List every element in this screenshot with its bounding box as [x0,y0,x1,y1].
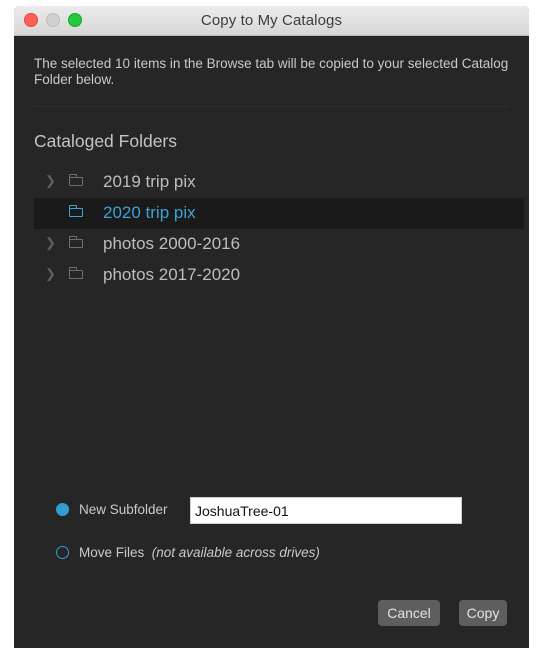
move-files-label: Move Files [79,545,145,560]
section-title: Cataloged Folders [34,131,177,151]
copy-message: The selected 10 items in the Browse tab … [34,56,509,87]
chevron-right-icon[interactable]: ❯ [45,266,56,282]
folder-row-2020-trip-pix[interactable]: 2020 trip pix [34,198,524,229]
cancel-button[interactable]: Cancel [378,600,440,626]
folder-icon [69,267,83,279]
folder-row-photos-2000-2016[interactable]: ❯ photos 2000-2016 [34,229,524,260]
folder-row-2019-trip-pix[interactable]: ❯ 2019 trip pix [34,167,524,198]
folder-icon [69,236,83,248]
divider [34,106,509,107]
chevron-right-icon[interactable]: ❯ [45,235,56,251]
move-files-note: (not available across drives) [151,545,320,560]
new-subfolder-label: New Subfolder [79,502,168,517]
folder-label: 2019 trip pix [103,172,196,191]
move-files-radio[interactable] [56,546,69,559]
copy-button[interactable]: Copy [459,600,507,626]
chevron-right-icon[interactable]: ❯ [45,173,56,189]
folder-icon [69,205,83,217]
folder-label: photos 2017-2020 [103,265,241,284]
window-title: Copy to My Catalogs [200,12,343,29]
new-subfolder-name-input[interactable] [190,497,462,524]
folder-label: photos 2000-2016 [103,234,241,253]
copy-dialog-window: Copy to My Catalogs The selected 10 item… [14,6,529,648]
new-subfolder-radio[interactable] [56,503,69,516]
folder-tree: ❯ 2019 trip pix 2020 trip pix ❯ photos 2… [34,167,524,291]
folder-icon [69,174,83,186]
move-files-text: Move Files (not available across drives) [79,545,320,560]
folder-label: 2020 trip pix [103,203,196,222]
folder-row-photos-2017-2020[interactable]: ❯ photos 2017-2020 [34,260,524,291]
title-bar[interactable]: Copy to My Catalogs [14,6,529,36]
